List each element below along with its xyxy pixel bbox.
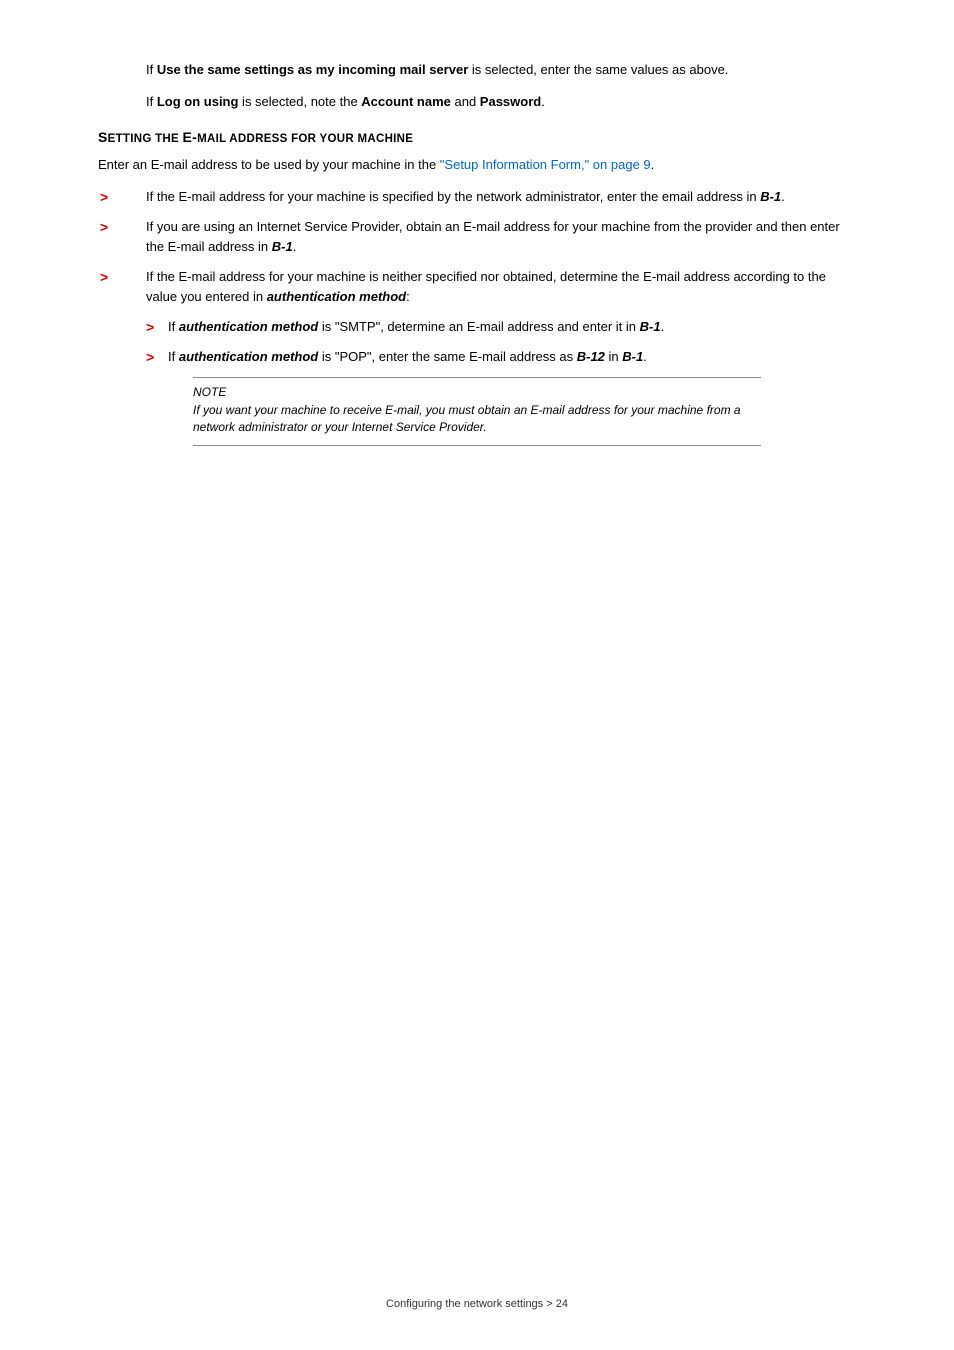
text: in [605, 349, 622, 364]
field-auth-method: authentication method [179, 319, 318, 334]
field-b1: B-1 [640, 319, 661, 334]
password-label: Password [480, 94, 541, 109]
list-item: If you are using an Internet Service Pro… [98, 217, 856, 257]
text: If the E-mail address for your machine i… [146, 269, 826, 304]
text: If [146, 62, 157, 77]
text: . [781, 189, 785, 204]
field-auth-method: authentication method [267, 289, 406, 304]
note-box: NOTE If you want your machine to receive… [193, 377, 761, 445]
page-footer: Configuring the network settings > 24 [0, 1298, 954, 1310]
text: : [406, 289, 410, 304]
intro-paragraph-2: If Log on using is selected, note the Ac… [146, 92, 856, 112]
text: E- [183, 129, 198, 145]
same-settings-label: Use the same settings as my incoming mai… [157, 62, 468, 77]
field-b1: B-1 [760, 189, 781, 204]
text: is "POP", enter the same E-mail address … [318, 349, 577, 364]
text: MAIL ADDRESS FOR YOUR MACHINE [197, 133, 413, 145]
text: is selected, note the [238, 94, 361, 109]
list-item: If the E-mail address for your machine i… [98, 187, 856, 207]
text: is "SMTP", determine an E-mail address a… [318, 319, 639, 334]
field-b1: B-1 [622, 349, 643, 364]
page-content: If Use the same settings as my incoming … [0, 0, 954, 486]
text: If you are using an Internet Service Pro… [146, 219, 840, 254]
text: ETTING THE [108, 133, 183, 145]
note-title: NOTE [193, 384, 761, 401]
text: is selected, enter the same values as ab… [468, 62, 728, 77]
text: . [661, 319, 665, 334]
text: Enter an E-mail address to be used by yo… [98, 157, 440, 172]
field-b1: B-1 [272, 239, 293, 254]
section-heading: SETTING THE E-MAIL ADDRESS FOR YOUR MACH… [98, 129, 856, 145]
setup-info-link[interactable]: "Setup Information Form," on page 9 [440, 157, 651, 172]
sub-bullet-list: If authentication method is "SMTP", dete… [146, 317, 856, 367]
note-body: If you want your machine to receive E-ma… [193, 403, 741, 434]
text: . [293, 239, 297, 254]
field-b12: B-12 [577, 349, 605, 364]
text: . [651, 157, 655, 172]
account-name-label: Account name [361, 94, 451, 109]
text: . [643, 349, 647, 364]
log-on-using-label: Log on using [157, 94, 239, 109]
lead-paragraph: Enter an E-mail address to be used by yo… [98, 155, 856, 175]
text: If [168, 349, 179, 364]
text: and [451, 94, 480, 109]
text: If the E-mail address for your machine i… [146, 189, 760, 204]
text: . [541, 94, 545, 109]
intro-paragraph-1: If Use the same settings as my incoming … [146, 60, 856, 80]
list-item: If authentication method is "SMTP", dete… [146, 317, 856, 337]
main-bullet-list: If the E-mail address for your machine i… [98, 187, 856, 368]
list-item: If the E-mail address for your machine i… [98, 267, 856, 368]
field-auth-method: authentication method [179, 349, 318, 364]
text: S [98, 129, 108, 145]
text: If [146, 94, 157, 109]
list-item: If authentication method is "POP", enter… [146, 347, 856, 367]
text: If [168, 319, 179, 334]
